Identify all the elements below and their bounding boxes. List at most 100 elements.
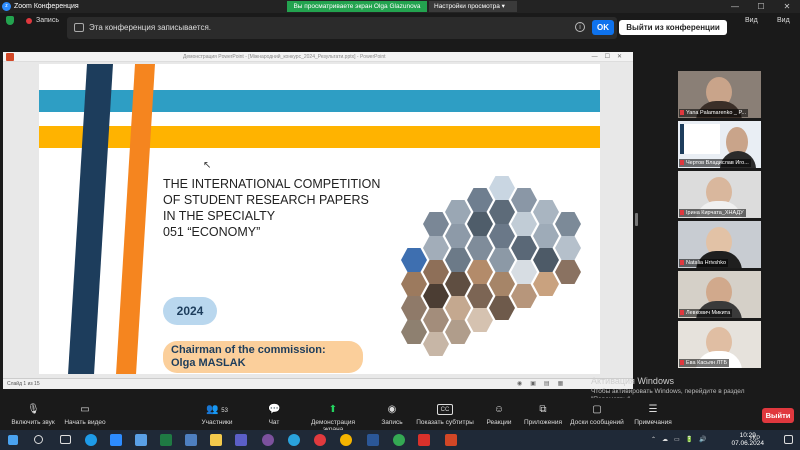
mouse-cursor-icon: ↖ <box>203 160 212 171</box>
slide-title-line: 051 “ECONOMY” <box>163 225 261 239</box>
participant-name-tag: Yana Palamarenko _ P... <box>679 109 749 117</box>
explorer-icon[interactable] <box>210 434 222 446</box>
ok-button[interactable]: OK <box>592 20 614 35</box>
start-icon[interactable] <box>8 435 18 445</box>
share-banner: Вы просматриваете экран Olga Glazunova <box>287 1 427 12</box>
collage-hexagon <box>511 188 537 212</box>
collage-hexagon <box>489 224 515 248</box>
splitter-handle[interactable] <box>635 213 638 226</box>
zoom-logo-icon: z <box>2 2 11 11</box>
recording-notice: Эта конференция записывается. i <box>67 17 617 39</box>
telegram-icon[interactable] <box>288 434 300 446</box>
windows-activation-title: Активация Windows <box>591 376 674 386</box>
mic-muted-icon <box>680 260 684 265</box>
video-tile[interactable]: Yana Palamarenko _ P... <box>678 71 761 118</box>
mic-muted-icon: 🎙 <box>27 404 40 415</box>
video-tile[interactable]: Ірина Кирчата_ХНАДУ <box>678 171 761 218</box>
collage-hexagon <box>401 296 427 320</box>
collage-hexagon <box>445 200 471 224</box>
collage-hexagon <box>445 320 471 344</box>
photos-icon[interactable] <box>185 434 197 446</box>
teams-icon[interactable] <box>235 434 247 446</box>
chrome-icon[interactable] <box>340 434 352 446</box>
collage-hexagon <box>555 260 581 284</box>
collage-hexagon <box>401 248 427 272</box>
collage-hexagon <box>401 320 427 344</box>
video-tile[interactable]: Ева Касьян ЛТБ <box>678 321 761 368</box>
view-menu-button[interactable]: Вид <box>777 17 790 24</box>
notes-button[interactable]: ☰ Примечания <box>620 398 686 426</box>
search-icon[interactable] <box>34 435 43 444</box>
participant-name: Чертов Владислав Иго... <box>686 160 749 166</box>
collage-hexagon <box>423 332 449 356</box>
chat-label: Чат <box>268 419 280 426</box>
zoom-taskbar-icon[interactable] <box>110 434 122 446</box>
record-dot-icon <box>26 17 32 24</box>
collage-hexagon <box>445 248 471 272</box>
slide-counter: Слайд 1 из 15 <box>7 381 40 387</box>
view-icons[interactable]: ◉▣▤▦ <box>517 380 571 387</box>
leave-meeting-button[interactable]: Выйти из конференции <box>619 20 727 35</box>
clock-time: 10:29 <box>739 432 756 439</box>
video-tile[interactable]: Чертов Владислав Иго... <box>678 121 761 168</box>
task-view-icon[interactable] <box>60 435 71 444</box>
collage-hexagon <box>555 236 581 260</box>
collage-hexagon <box>445 224 471 248</box>
chrome-icon-2[interactable] <box>393 434 405 446</box>
mic-muted-icon <box>680 160 684 165</box>
viber-icon[interactable] <box>262 434 274 446</box>
video-tile[interactable]: Natalia Hrivshko <box>678 221 761 268</box>
participant-name: Левкович Микита <box>686 310 731 316</box>
view-settings-dropdown[interactable]: Настройки просмотра ▾ <box>429 1 517 12</box>
clock[interactable]: 10:29 07.06.2024 <box>731 432 764 448</box>
collage-hexagon <box>511 236 537 260</box>
mic-muted-icon <box>680 110 684 115</box>
edge-icon[interactable] <box>85 434 97 446</box>
collage-hexagon <box>489 296 515 320</box>
share-screen-button[interactable]: ⬆ Демонстрация экрана <box>300 398 366 433</box>
ppt-window-title: Демонстрация PowerPoint - [Міжнародний_к… <box>183 54 386 60</box>
video-off-icon: ▭ <box>80 404 90 415</box>
windows-taskbar: ⌃☁▭🔋🔊 УКР 10:29 07.06.2024 <box>0 430 800 450</box>
collage-hexagon <box>489 176 515 200</box>
captions-cc: CC <box>440 407 450 413</box>
reactions-icon: ☺ <box>493 404 505 415</box>
excel-icon[interactable] <box>160 434 172 446</box>
slide-title-line: OF STUDENT RESEARCH PAPERS <box>163 193 369 207</box>
opera-icon[interactable] <box>314 434 326 446</box>
close-icon[interactable]: ✕ <box>774 2 800 11</box>
system-tray-icons[interactable]: ⌃☁▭🔋🔊 <box>651 436 713 443</box>
meeting-toolbar: 🎙 Включить звук ▭ Начать видео 👥 53 Учас… <box>0 398 800 433</box>
word-icon[interactable] <box>367 434 379 446</box>
collage-hexagon <box>489 248 515 272</box>
slide-yellow-stripe <box>39 126 600 148</box>
notifications-icon[interactable] <box>784 435 793 444</box>
collage-hexagon <box>467 236 493 260</box>
view-button[interactable]: Вид <box>745 17 758 24</box>
video-tile[interactable]: Левкович Микита <box>678 271 761 318</box>
info-icon[interactable]: i <box>575 22 585 32</box>
exit-button[interactable]: Выйти <box>762 408 794 423</box>
start-video-button[interactable]: ▭ Начать видео <box>52 398 118 426</box>
apps-icon: ⧉ <box>539 404 547 415</box>
minimize-icon[interactable]: — <box>722 2 748 11</box>
store-icon[interactable] <box>135 434 147 446</box>
collage-hexagon <box>467 284 493 308</box>
maximize-icon[interactable]: ☐ <box>748 2 774 11</box>
recording-label: Запись <box>36 17 59 24</box>
acrobat-icon[interactable] <box>418 434 430 446</box>
collage-hexagon <box>533 224 559 248</box>
collage-hexagon <box>511 212 537 236</box>
collage-hexagon <box>489 200 515 224</box>
record-label: Запись <box>381 419 403 426</box>
collage-hexagon <box>533 248 559 272</box>
window-title: Zoom Конференция <box>14 3 79 10</box>
collage-hexagon <box>555 212 581 236</box>
slide[interactable]: THE INTERNATIONAL COMPETITION OF STUDENT… <box>39 64 600 374</box>
apps-label: Приложения <box>523 419 563 426</box>
shield-icon[interactable] <box>6 16 14 25</box>
chat-button[interactable]: 💬 Чат <box>241 398 307 426</box>
clock-date: 07.06.2024 <box>731 440 764 447</box>
powerpoint-icon <box>6 53 14 61</box>
powerpoint-taskbar-icon[interactable] <box>445 434 457 446</box>
